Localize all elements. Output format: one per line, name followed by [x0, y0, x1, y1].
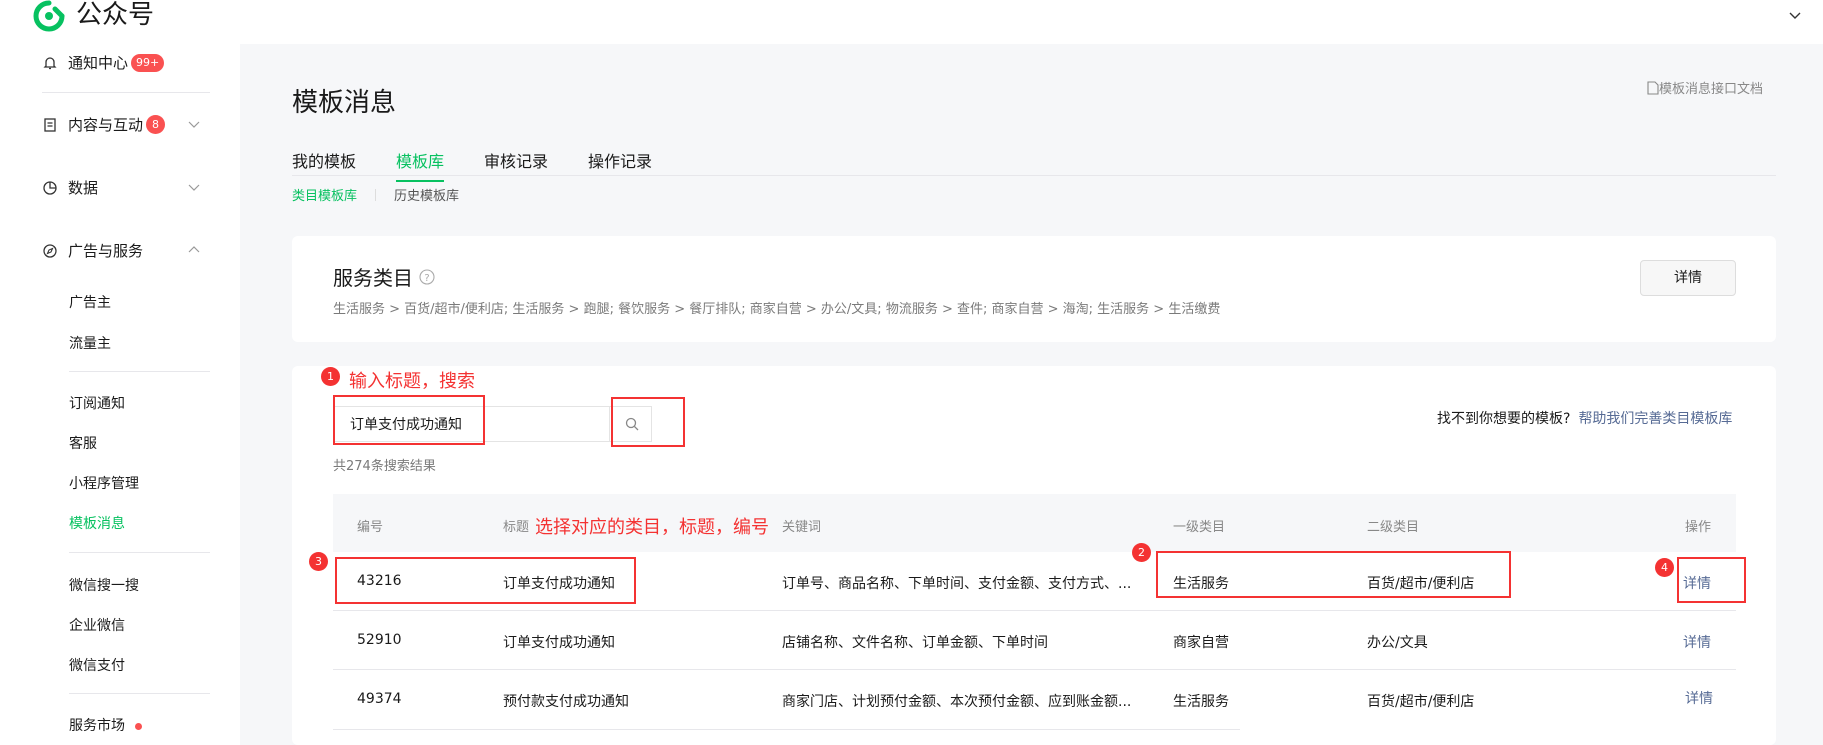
cell-keywords: 订单号、商品名称、下单时间、支付金额、支付方式、...	[782, 576, 1132, 592]
annotation-step-3-marker: 3	[309, 552, 328, 571]
annotation-box-search-input	[333, 395, 485, 445]
annotation-step-1-marker: 1	[321, 367, 340, 386]
cell-title: 订单支付成功通知	[503, 635, 615, 651]
page-title: 模板消息	[292, 88, 397, 118]
search-result-count: 共274条搜索结果	[333, 459, 436, 474]
tab-review-records[interactable]: 审核记录	[484, 148, 548, 182]
annotation-box-search-button	[611, 397, 685, 447]
tab-operation-records[interactable]: 操作记录	[588, 148, 652, 182]
sidebar-item-label: 广告与服务	[68, 242, 144, 260]
service-category-path: 生活服务 > 百货/超市/便利店; 生活服务 > 跑腿; 餐饮服务 > 餐厅排队…	[333, 302, 1221, 317]
sidebar-divider	[69, 371, 210, 372]
sidebar-item-data[interactable]: 数据	[42, 177, 98, 198]
annotation-step-4-marker: 4	[1655, 558, 1674, 577]
service-category-title-text: 服务类目	[333, 266, 413, 290]
annotation-box-category	[1156, 551, 1511, 598]
cell-keywords: 店铺名称、文件名称、订单金额、下单时间	[782, 635, 1048, 651]
bell-icon	[42, 55, 58, 71]
api-doc-link-label: 模板消息接口文档	[1659, 82, 1764, 97]
annotation-box-detail	[1677, 557, 1746, 603]
table-row-divider	[333, 729, 1240, 730]
api-doc-link[interactable]: 模板消息接口文档	[1647, 78, 1763, 97]
subtab-separator	[375, 188, 377, 201]
annotation-step-3-text: 选择对应的类目，标题，编号	[535, 517, 769, 538]
annotation-box-id-title	[335, 557, 636, 604]
pie-chart-icon	[42, 180, 58, 196]
tab-bar: 我的模板 模板库 审核记录 操作记录	[292, 148, 692, 182]
table-row[interactable]: 49374 预付款支付成功通知 商家门店、计划预付金额、本次预付金额、应到账金额…	[333, 670, 1736, 729]
sidebar-item-advertiser[interactable]: 广告主	[69, 292, 111, 312]
header-category-2: 二级类目	[1367, 520, 1420, 535]
sidebar-item-label: 数据	[68, 179, 99, 197]
tab-divider	[292, 175, 1776, 176]
cell-category-2: 办公/文具	[1367, 635, 1428, 651]
sidebar-item-label: 内容与互动	[68, 116, 144, 134]
sidebar-divider	[42, 92, 210, 93]
document-icon	[1647, 80, 1659, 95]
cant-find-text: 找不到你想要的模板?	[1437, 411, 1571, 427]
cell-category-1: 生活服务	[1173, 694, 1229, 710]
compass-icon	[42, 243, 58, 259]
cell-id: 49374	[357, 691, 402, 707]
service-category-title: 服务类目 ?	[333, 262, 435, 291]
subtab-bar: 类目模板库 历史模板库	[292, 185, 459, 204]
cell-keywords: 商家门店、计划预付金额、本次预付金额、应到账金额...	[782, 694, 1132, 710]
sidebar-item-label: 服务市场	[69, 718, 125, 734]
header-title: 标题	[503, 520, 530, 535]
svg-text:?: ?	[424, 273, 429, 284]
improve-library-link[interactable]: 帮助我们完善类目模板库	[1578, 411, 1732, 427]
cell-id: 52910	[357, 632, 402, 648]
cant-find-hint: 找不到你想要的模板? 帮助我们完善类目模板库	[1437, 408, 1732, 428]
sidebar-item-service-market[interactable]: 服务市场	[69, 715, 142, 735]
sidebar-item-mini-program[interactable]: 小程序管理	[69, 473, 139, 493]
header-keywords: 关键词	[782, 520, 822, 535]
sidebar-divider	[69, 552, 210, 553]
help-question-icon[interactable]: ?	[419, 268, 435, 285]
sidebar-item-content[interactable]: 内容与互动 8	[42, 114, 166, 135]
sidebar-item-label: 通知中心	[68, 54, 129, 72]
tab-my-templates[interactable]: 我的模板	[292, 148, 356, 182]
cell-title: 预付款支付成功通知	[503, 694, 629, 710]
sidebar-item-customer-service[interactable]: 客服	[69, 433, 97, 453]
sidebar-item-template-message[interactable]: 模板消息	[69, 513, 125, 533]
cell-category-1: 商家自营	[1173, 635, 1229, 651]
chevron-up-icon[interactable]	[188, 244, 200, 256]
annotation-step-2-marker: 2	[1132, 543, 1151, 562]
sidebar-item-wechat-pay[interactable]: 微信支付	[69, 655, 125, 675]
sidebar-item-ads-services[interactable]: 广告与服务	[42, 240, 143, 261]
table-row[interactable]: 52910 订单支付成功通知 店铺名称、文件名称、订单金额、下单时间 商家自营 …	[333, 611, 1736, 670]
service-detail-button[interactable]: 详情	[1640, 260, 1736, 296]
annotation-step-1-text: 输入标题，搜索	[349, 371, 475, 392]
header-action: 操作	[1685, 520, 1712, 535]
header-category-1: 一级类目	[1173, 520, 1226, 535]
header-id: 编号	[357, 520, 384, 535]
sidebar-item-subscription[interactable]: 订阅通知	[69, 393, 125, 413]
row-detail-link[interactable]: 详情	[1683, 632, 1711, 652]
service-category-card	[292, 236, 1776, 342]
content-count-badge: 8	[146, 115, 166, 134]
row-detail-link[interactable]: 详情	[1685, 688, 1713, 708]
new-dot-badge	[135, 722, 142, 730]
sidebar-item-wecom[interactable]: 企业微信	[69, 615, 125, 635]
account-chevron-down-icon[interactable]	[1788, 8, 1802, 22]
sidebar-item-wechat-search[interactable]: 微信搜一搜	[69, 575, 139, 595]
top-bar: 公众号	[0, 0, 1823, 44]
brand-title: 公众号	[76, 0, 155, 30]
chevron-down-icon[interactable]	[188, 181, 200, 193]
chevron-down-icon[interactable]	[188, 118, 200, 130]
subtab-category-library[interactable]: 类目模板库	[292, 185, 357, 204]
document-icon	[42, 117, 58, 133]
sidebar-item-notifications[interactable]: 通知中心 99+	[42, 52, 165, 73]
sidebar-item-publisher[interactable]: 流量主	[69, 333, 111, 353]
sidebar-divider	[69, 693, 210, 694]
subtab-history-library[interactable]: 历史模板库	[394, 185, 459, 204]
tab-template-library[interactable]: 模板库	[396, 148, 445, 182]
notification-count-badge: 99+	[131, 53, 165, 72]
cell-category-2: 百货/超市/便利店	[1367, 694, 1475, 710]
wechat-official-logo-icon[interactable]	[33, 0, 65, 32]
